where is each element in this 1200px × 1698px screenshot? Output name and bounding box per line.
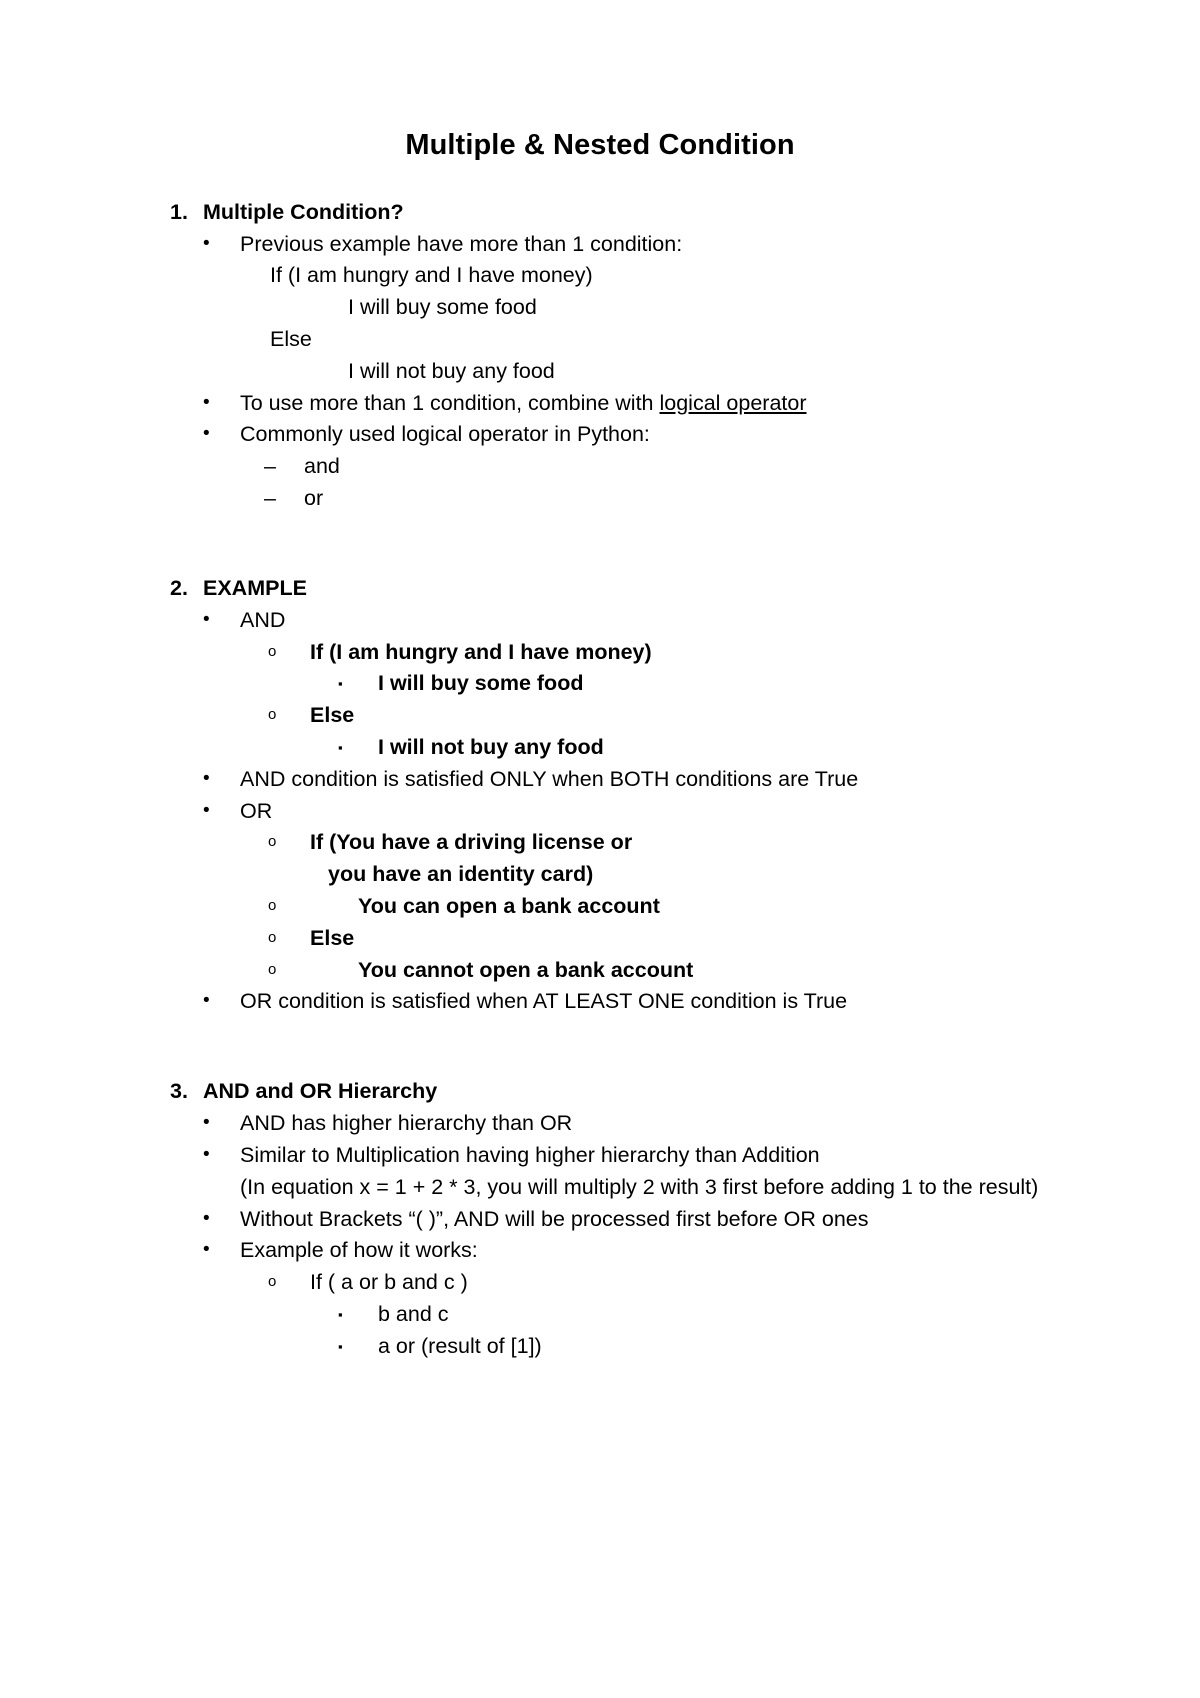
section-number-3: 3. <box>170 1079 188 1104</box>
list-item-label: AND has higher hierarchy than OR <box>240 1111 573 1136</box>
logical-operator-link: logical operator <box>659 390 807 415</box>
list-item: • OR condition is satisfied when AT LEAS… <box>203 986 1050 1018</box>
list-item-label: To use more than 1 condition, combine wi… <box>240 388 1050 420</box>
list-item: • AND has higher hierarchy than OR <box>203 1108 1050 1140</box>
list-item-label: You cannot open a bank account <box>310 955 1050 987</box>
list-item-label: OR condition is satisfied when AT LEAST … <box>240 989 848 1014</box>
list-item-label: and <box>304 454 340 479</box>
list-item: – and <box>264 451 1050 483</box>
list-item: • OR <box>203 796 1050 828</box>
section-heading-2: 2. EXAMPLE <box>170 573 1050 605</box>
list-item: o You cannot open a bank account <box>268 955 1050 987</box>
list-item: • Similar to Multiplication having highe… <box>203 1140 1050 1172</box>
bullet-disc-icon: • <box>203 1239 210 1261</box>
list-item-label: AND condition is satisfied ONLY when BOT… <box>240 766 859 791</box>
section-title-1: Multiple Condition? <box>203 199 404 224</box>
section-number-2: 2. <box>170 575 188 600</box>
bullet-dash-icon: – <box>264 454 276 479</box>
section-title-3: AND and OR Hierarchy <box>203 1079 438 1104</box>
list-item-text: You cannot open a bank account <box>358 957 694 982</box>
list-item-continuation: you have an identity card) <box>328 862 594 887</box>
list-item-label: a or (result of [1]) <box>378 1333 542 1358</box>
list-item: o If (I am hungry and I have money) <box>268 637 1050 669</box>
list-item: • Example of how it works: <box>203 1235 1050 1267</box>
bullet-circle-icon: o <box>268 897 277 915</box>
list-item: ▪ I will buy some food <box>338 668 1050 700</box>
list-item-label: If (I am hungry and I have money) <box>310 639 652 664</box>
list-item-label: If (You have a driving license or <box>310 830 633 855</box>
list-item: ▪ b and c <box>338 1299 1050 1331</box>
list-item: o If (You have a driving license or <box>268 827 1050 859</box>
section-title-2: EXAMPLE <box>203 575 307 600</box>
document-page: Multiple & Nested Condition 1. Multiple … <box>0 0 1200 1698</box>
list-item: • To use more than 1 condition, combine … <box>203 388 1050 420</box>
code-line-buy: I will buy some food <box>348 295 537 320</box>
code-line-else: Else <box>270 327 312 352</box>
bullet-disc-icon: • <box>203 232 210 254</box>
bullet-circle-icon: o <box>268 1273 277 1291</box>
bullet-disc-icon: • <box>203 391 210 413</box>
code-line-if: If (I am hungry and I have money) <box>270 263 593 288</box>
list-item-label: Else <box>310 925 355 950</box>
list-item-text-prefix: To use more than 1 condition, combine wi… <box>240 390 660 415</box>
bullet-circle-icon: o <box>268 928 277 946</box>
list-item: – or <box>264 483 1050 515</box>
bullet-circle-icon: o <box>268 833 277 851</box>
list-item-label: OR <box>240 798 273 823</box>
bullet-square-icon: ▪ <box>338 1338 343 1354</box>
bullet-square-icon: ▪ <box>338 739 343 755</box>
bullet-square-icon: ▪ <box>338 1306 343 1322</box>
list-item-label: You can open a bank account <box>310 891 1050 923</box>
bullet-disc-icon: • <box>203 608 210 630</box>
bullet-disc-icon: • <box>203 1143 210 1165</box>
list-item: • AND condition is satisfied ONLY when B… <box>203 764 1050 796</box>
list-item: o You can open a bank account <box>268 891 1050 923</box>
list-item-label: Previous example have more than 1 condit… <box>240 231 683 256</box>
bullet-disc-icon: • <box>203 1112 210 1134</box>
bullet-circle-icon: o <box>268 706 277 724</box>
list-item-label: I will not buy any food <box>378 734 604 759</box>
bullet-disc-icon: • <box>203 1207 210 1229</box>
list-item: o If ( a or b and c ) <box>268 1267 1050 1299</box>
list-item-label: I will buy some food <box>378 671 584 696</box>
list-item: o Else <box>268 700 1050 732</box>
list-item: • Without Brackets “( )”, AND will be pr… <box>203 1204 1050 1236</box>
section-number-1: 1. <box>170 199 188 224</box>
list-item: ▪ a or (result of [1]) <box>338 1331 1050 1363</box>
list-item: • Commonly used logical operator in Pyth… <box>203 419 1050 451</box>
list-item-label: Example of how it works: <box>240 1238 478 1263</box>
list-item-label: b and c <box>378 1301 449 1326</box>
bullet-disc-icon: • <box>203 767 210 789</box>
bullet-dash-icon: – <box>264 486 276 511</box>
document-body: Multiple & Nested Condition 1. Multiple … <box>0 0 1200 1363</box>
list-item-text: You can open a bank account <box>358 894 660 919</box>
list-item-label: AND <box>240 607 286 632</box>
list-item: • AND <box>203 605 1050 637</box>
list-item-label: or <box>304 486 324 511</box>
code-line-notbuy: I will not buy any food <box>348 358 555 383</box>
bullet-disc-icon: • <box>203 990 210 1012</box>
list-item-label: Without Brackets “( )”, AND will be proc… <box>240 1206 869 1231</box>
section-heading-1: 1. Multiple Condition? <box>170 197 1050 229</box>
bullet-square-icon: ▪ <box>338 676 343 692</box>
bullet-disc-icon: • <box>203 799 210 821</box>
list-item-label: Similar to Multiplication having higher … <box>240 1142 820 1167</box>
list-item: • Previous example have more than 1 cond… <box>203 229 1050 261</box>
list-item-label: Else <box>310 703 355 728</box>
list-item-continuation: (In equation x = 1 + 2 * 3, you will mul… <box>240 1174 1039 1199</box>
list-item: ▪ I will not buy any food <box>338 732 1050 764</box>
list-item-label: If ( a or b and c ) <box>310 1270 468 1295</box>
list-item-label: Commonly used logical operator in Python… <box>240 422 650 447</box>
bullet-circle-icon: o <box>268 642 277 660</box>
bullet-circle-icon: o <box>268 960 277 978</box>
section-heading-3: 3. AND and OR Hierarchy <box>170 1076 1050 1108</box>
page-title: Multiple & Nested Condition <box>405 129 795 161</box>
bullet-disc-icon: • <box>203 423 210 445</box>
list-item: o Else <box>268 923 1050 955</box>
